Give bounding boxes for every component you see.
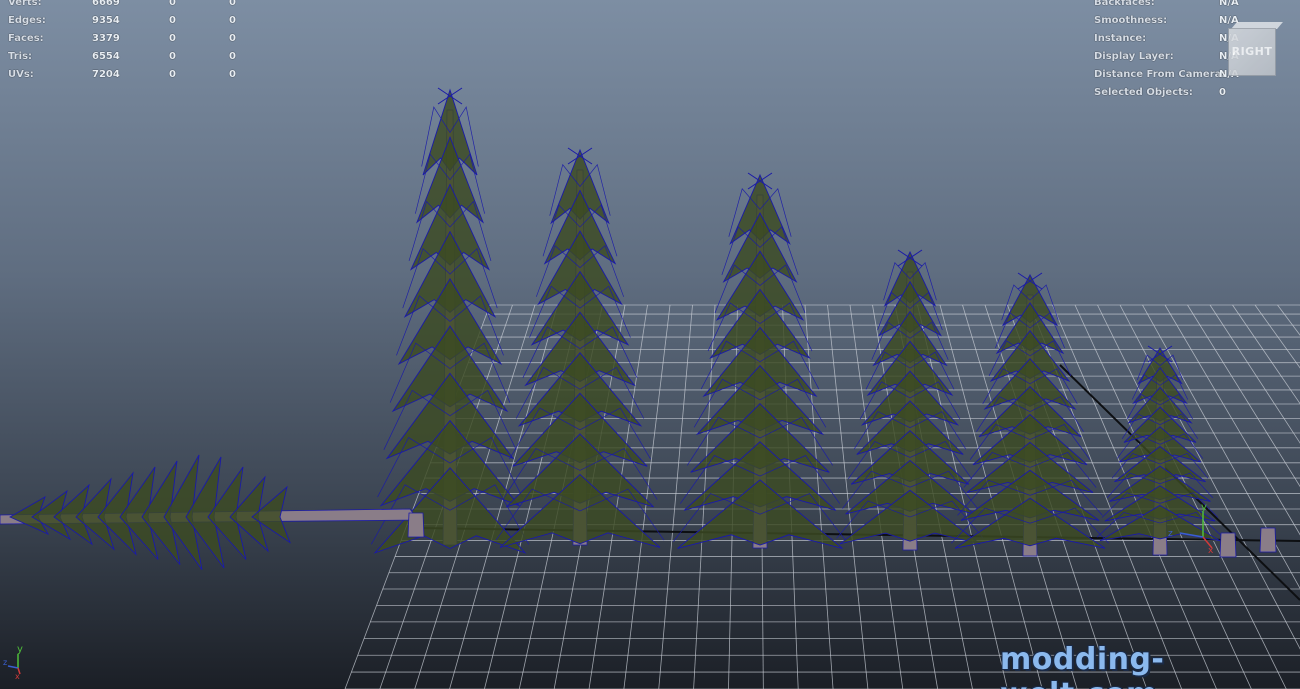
- hud-row-selected-objects: Selected Objects: 0: [1094, 84, 1244, 102]
- gizmo-x-label: x: [1208, 546, 1214, 556]
- hud-value: 0: [229, 51, 236, 62]
- hud-row-distance: Distance From Camera: N/A: [1094, 66, 1244, 84]
- hud-label: UVs:: [8, 69, 34, 80]
- hud-label: Smoothness:: [1094, 15, 1168, 26]
- hud-value: 3379: [92, 33, 120, 44]
- hud-row-display-layer: Display Layer: N/A: [1094, 48, 1244, 66]
- fallen-pine-tree: [0, 454, 419, 570]
- tree-stump: [1259, 527, 1277, 553]
- axis-y-label: y: [17, 644, 23, 655]
- hud-value: 7204: [92, 69, 120, 80]
- tree-models: [0, 87, 1277, 570]
- hud-value: 9354: [92, 15, 120, 26]
- hud-value: 0: [1219, 87, 1226, 98]
- hud-row-tris: Tris: 6554 0 0: [8, 48, 258, 66]
- watermark-text: modding-welt.com: [1000, 642, 1165, 689]
- hud-row-edges: Edges: 9354 0 0: [8, 12, 258, 30]
- maya-viewport[interactable]: yxz Verts: 6669 0 0 Edges: 9354 0 0 Face…: [0, 0, 1300, 689]
- hud-row-backfaces: Backfaces: N/A: [1094, 0, 1244, 12]
- poly-count-hud: Verts: 6669 0 0 Edges: 9354 0 0 Faces: 3…: [8, 0, 258, 94]
- hud-label: Faces:: [8, 33, 44, 44]
- gizmo-y-label: y: [1201, 502, 1207, 513]
- hud-label: Distance From Camera:: [1094, 69, 1226, 80]
- view-cube-right-face[interactable]: RIGHT: [1228, 28, 1276, 76]
- hud-row-instance: Instance: N/A: [1094, 30, 1244, 48]
- hud-label: Edges:: [8, 15, 46, 26]
- hud-row-smoothness: Smoothness: N/A: [1094, 12, 1244, 30]
- hud-label: Tris:: [8, 51, 33, 62]
- tree-stump: [407, 512, 425, 538]
- pine-tree: [1096, 345, 1224, 556]
- hud-value: 0: [229, 0, 236, 8]
- hud-value: 0: [229, 69, 236, 80]
- hud-value: 0: [169, 51, 176, 62]
- object-details-hud: Backfaces: N/A Smoothness: N/A Instance:…: [1094, 0, 1244, 106]
- pine-tree: [673, 172, 847, 549]
- hud-value: 0: [229, 15, 236, 26]
- hud-label: Backfaces:: [1094, 0, 1155, 8]
- hud-label: Verts:: [8, 0, 42, 8]
- hud-value: 6669: [92, 0, 120, 8]
- axis-z-label: z: [3, 658, 7, 667]
- tree-stump: [1219, 532, 1237, 558]
- hud-row-faces: Faces: 3379 0 0: [8, 30, 258, 48]
- hud-value: N/A: [1219, 0, 1239, 8]
- view-cube[interactable]: RIGHT: [1228, 22, 1283, 76]
- hud-row-uvs: UVs: 7204 0 0: [8, 66, 258, 84]
- hud-label: Selected Objects:: [1094, 87, 1193, 98]
- hud-value: 0: [169, 15, 176, 26]
- gizmo-z-label: z: [1168, 529, 1173, 539]
- hud-label: Instance:: [1094, 33, 1147, 44]
- hud-label: Display Layer:: [1094, 51, 1174, 62]
- pine-tree: [370, 87, 530, 554]
- pine-tree: [836, 249, 984, 551]
- hud-value: 0: [169, 0, 176, 8]
- pine-tree: [950, 272, 1110, 557]
- hud-row-verts: Verts: 6669 0 0: [8, 0, 258, 12]
- hud-value: 0: [169, 69, 176, 80]
- hud-value: 6554: [92, 51, 120, 62]
- hud-value: 0: [169, 33, 176, 44]
- hud-value: 0: [229, 33, 236, 44]
- axis-x-label: x: [15, 672, 20, 680]
- axis-orientation-icon: y z x: [3, 644, 23, 680]
